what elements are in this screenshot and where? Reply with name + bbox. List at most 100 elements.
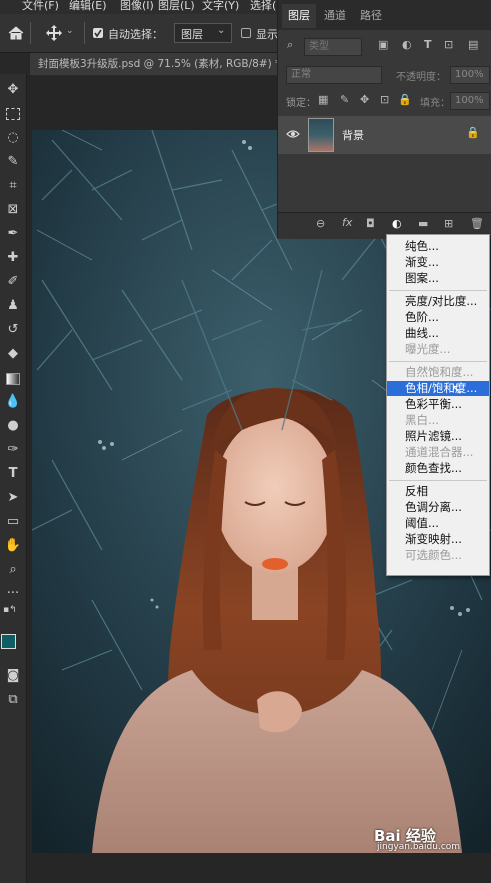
rectangle-icon[interactable]: ▭ xyxy=(3,512,23,532)
fill-input[interactable]: 100% xyxy=(450,92,490,110)
filter-pixel-icon[interactable]: ▣ xyxy=(378,38,388,51)
adjustment-icon[interactable]: ◐ xyxy=(392,217,402,230)
new-layer-icon[interactable]: ⊞ xyxy=(444,217,453,230)
opacity-label: 不透明度： xyxy=(396,72,446,83)
link-icon[interactable]: ⊖ xyxy=(316,217,325,230)
adjustment-layer-menu: 纯色... 渐变... 图案... 亮度/对比度... 色阶... 曲线... 曝光度...… xyxy=(386,234,490,576)
show-transform-checkbox[interactable] xyxy=(241,28,251,38)
lasso-icon[interactable]: ◌ xyxy=(3,128,23,148)
menu-item[interactable]: 纯色... xyxy=(387,239,489,254)
document-tab[interactable]: 封面模板3升级版.psd @ 71.5% (素材, RGB/8#) * xyxy=(30,53,288,75)
brush-icon[interactable]: ✐ xyxy=(3,272,23,292)
clone-stamp-icon[interactable]: ♟ xyxy=(3,296,23,316)
move-tool-icon[interactable] xyxy=(46,25,62,41)
lock-position-icon[interactable]: ✥ xyxy=(360,93,369,106)
menu-item[interactable]: 图案... xyxy=(387,271,489,286)
foreground-color-swatch[interactable] xyxy=(1,634,16,649)
menu-image[interactable]: 图像(I) xyxy=(120,0,154,13)
menu-separator xyxy=(389,361,487,362)
layer-filter-input[interactable]: 类型 xyxy=(304,38,362,56)
autoselect-dropdown[interactable]: 图层 ⌄ xyxy=(174,23,232,43)
marquee-icon[interactable] xyxy=(3,104,23,124)
filter-shape-icon[interactable]: ⊡ xyxy=(444,38,453,51)
tab-layers[interactable]: 图层 xyxy=(282,4,316,28)
home-icon[interactable] xyxy=(8,26,24,40)
lock-label: 锁定： xyxy=(286,98,316,109)
show-label: 显示 xyxy=(256,28,278,41)
frame-icon[interactable]: ⊠ xyxy=(3,200,23,220)
menu-edit[interactable]: 编辑(E) xyxy=(69,0,107,13)
search-icon: ⌕ xyxy=(287,38,294,51)
mouse-cursor-icon: ↖ xyxy=(451,382,463,398)
menu-item[interactable]: 亮度/对比度... xyxy=(387,294,489,309)
dodge-icon[interactable]: ● xyxy=(3,416,23,436)
default-colors-icon[interactable]: ▪↰ xyxy=(3,605,17,615)
blend-mode-select[interactable]: 正常 xyxy=(286,66,382,84)
menu-item[interactable]: 照片滤镜... xyxy=(387,429,489,444)
quick-select-icon[interactable]: ✎ xyxy=(3,152,23,172)
check-icon xyxy=(94,29,102,38)
fill-label: 填充： xyxy=(420,98,450,109)
menu-item[interactable]: 色调分离... xyxy=(387,500,489,515)
gradient-icon[interactable] xyxy=(3,368,23,388)
lock-artboard-icon[interactable]: ⊡ xyxy=(380,93,389,106)
lock-pixels-icon[interactable]: ✎ xyxy=(340,93,349,106)
menu-item[interactable]: 色相/饱和度... ↖ xyxy=(387,381,489,398)
fx-icon[interactable]: fx xyxy=(342,216,352,229)
menu-item[interactable]: 颜色查找... xyxy=(387,461,489,476)
zoom-icon[interactable]: ⌕ xyxy=(3,560,23,580)
menu-item[interactable]: 色阶... xyxy=(387,310,489,325)
filter-adjustment-icon[interactable]: ◐ xyxy=(402,38,412,51)
healing-brush-icon[interactable]: ✚ xyxy=(3,248,23,268)
folder-icon[interactable]: ▬ xyxy=(418,217,428,230)
filter-type-icon[interactable]: T xyxy=(424,38,432,51)
menu-separator xyxy=(389,480,487,481)
autoselect-value: 图层 xyxy=(181,28,203,41)
quick-mask-icon[interactable]: ◙ xyxy=(3,666,23,686)
tab-channels[interactable]: 通道 xyxy=(324,4,346,28)
menu-item[interactable]: 渐变映射... xyxy=(387,532,489,547)
layer-row-background[interactable]: 背景 🔒 xyxy=(278,116,491,154)
layer-name[interactable]: 背景 xyxy=(342,127,364,143)
blur-icon[interactable]: 💧 xyxy=(3,392,23,412)
lock-all-icon[interactable]: 🔒 xyxy=(398,93,412,106)
menu-item[interactable]: 黑白... xyxy=(387,413,489,428)
menu-item[interactable]: 可选颜色... xyxy=(387,548,489,563)
menu-item[interactable]: 渐变... xyxy=(387,255,489,270)
chevron-down-icon[interactable]: ⌄ xyxy=(66,26,74,36)
type-icon[interactable]: T xyxy=(3,464,23,484)
menu-item[interactable]: 曝光度... xyxy=(387,342,489,357)
autoselect-label: 自动选择： xyxy=(108,28,163,41)
mask-icon[interactable]: ◘ xyxy=(366,217,375,230)
menu-item[interactable]: 色彩平衡... xyxy=(387,397,489,412)
menu-file[interactable]: 文件(F) xyxy=(22,0,59,13)
pen-icon[interactable]: ✑ xyxy=(3,440,23,460)
eye-icon[interactable] xyxy=(286,128,300,140)
tools-panel: ✥ ◌ ✎ ⌗ ⊠ ✒ ✚ ✐ ♟ ↺ ◆ 💧 ● ✑ T ➤ ▭ ✋ ⌕ ··… xyxy=(0,74,27,883)
menu-separator xyxy=(389,290,487,291)
history-brush-icon[interactable]: ↺ xyxy=(3,320,23,340)
layers-panel: 图层 通道 路径 ⌕ 类型 ▣ ◐ T ⊡ ▤ 正常 不透明度： 100% 锁定… xyxy=(277,0,491,239)
hand-icon[interactable]: ✋ xyxy=(3,536,23,556)
menu-layer[interactable]: 图层(L) xyxy=(158,0,195,13)
menu-item[interactable]: 曲线... xyxy=(387,326,489,341)
trash-icon[interactable]: 🗑 xyxy=(470,217,484,230)
more-tools-icon[interactable]: ··· xyxy=(3,584,23,604)
lock-transparent-icon[interactable]: ▦ xyxy=(318,93,328,106)
autoselect-checkbox[interactable] xyxy=(93,28,103,38)
filter-smart-icon[interactable]: ▤ xyxy=(468,38,478,51)
path-select-icon[interactable]: ➤ xyxy=(3,488,23,508)
menu-type[interactable]: 文字(Y) xyxy=(202,0,239,13)
eyedropper-icon[interactable]: ✒ xyxy=(3,224,23,244)
eraser-icon[interactable]: ◆ xyxy=(3,344,23,364)
menu-item[interactable]: 反相 xyxy=(387,484,489,499)
menu-select[interactable]: 选择( xyxy=(250,0,276,13)
tab-paths[interactable]: 路径 xyxy=(360,4,382,28)
menu-item[interactable]: 阈值... xyxy=(387,516,489,531)
screen-mode-icon[interactable]: ⧉ xyxy=(3,690,23,710)
crop-icon[interactable]: ⌗ xyxy=(3,176,23,196)
move-icon[interactable]: ✥ xyxy=(3,80,23,100)
opacity-input[interactable]: 100% xyxy=(450,66,490,84)
menu-item[interactable]: 自然饱和度... xyxy=(387,365,489,380)
menu-item[interactable]: 通道混合器... xyxy=(387,445,489,460)
